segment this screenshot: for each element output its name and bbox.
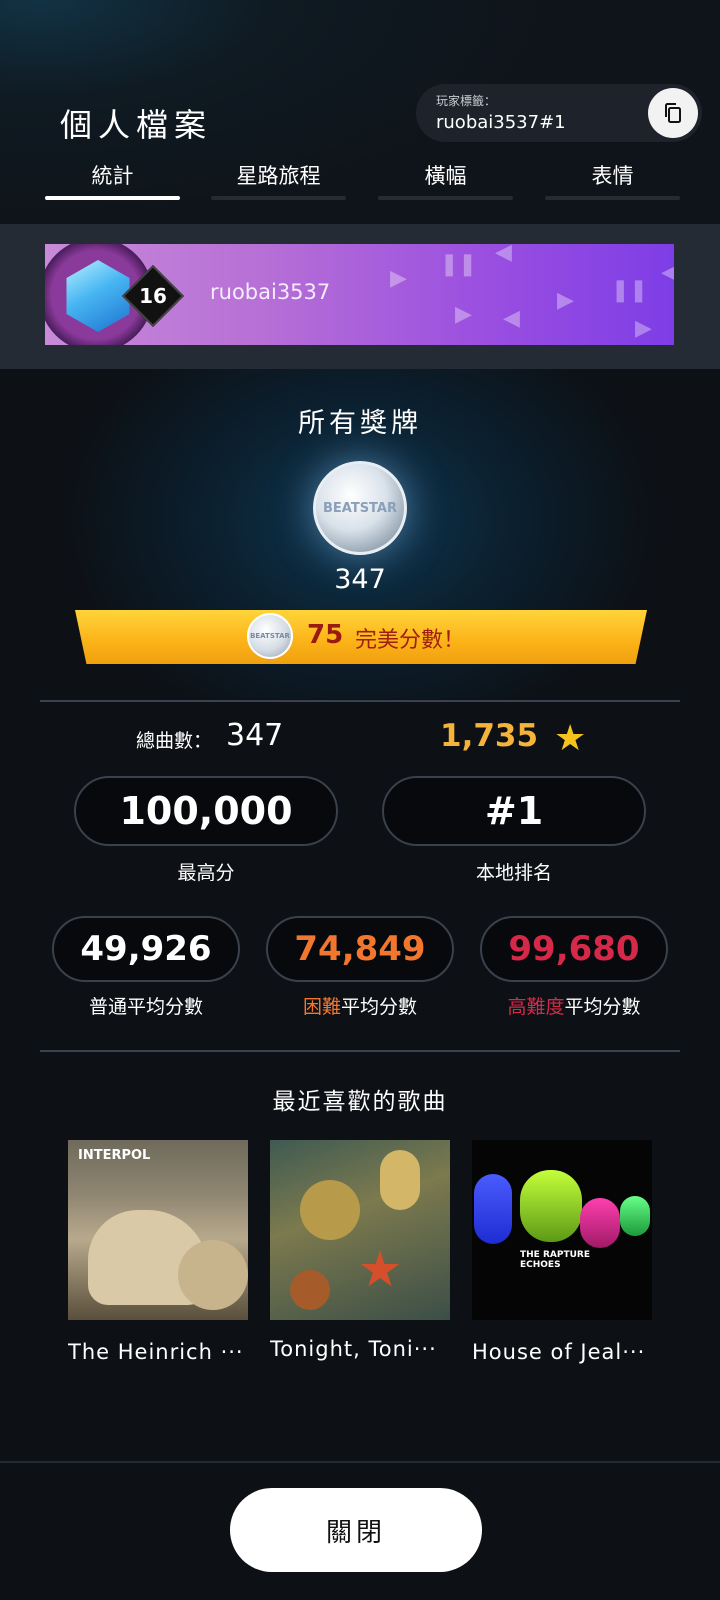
star-icon: ★ <box>554 718 587 759</box>
close-button[interactable]: 關閉 <box>230 1488 482 1572</box>
normal-avg-value: 49,926 <box>80 929 212 969</box>
tab-underline <box>378 196 513 200</box>
star-shape <box>360 1250 400 1287</box>
hard-avg-pill: 74,849 <box>266 916 454 982</box>
divider <box>40 1050 680 1052</box>
extreme-label-suffix: 平均分數 <box>564 996 641 1018</box>
pause-icon: ❚❚ <box>440 252 477 277</box>
play-icon: ▶ <box>635 316 652 341</box>
hard-avg-value: 74,849 <box>294 929 426 969</box>
extreme-avg-value: 99,680 <box>508 929 640 969</box>
cover-art-shape <box>290 1270 330 1310</box>
song-title[interactable]: Tonight, Toni··· <box>270 1337 450 1361</box>
perfect-score-bar: BEATSTAR 75 完美分數！ <box>75 610 647 664</box>
banner-username: ruobai3537 <box>210 280 331 304</box>
cover-art-face <box>580 1198 620 1248</box>
tab-banners[interactable]: 橫幅 <box>378 160 513 200</box>
song-title[interactable]: House of Jeal··· <box>472 1340 652 1364</box>
player-tag-label: 玩家標籤： <box>436 94 497 108</box>
tab-label: 橫幅 <box>424 164 467 188</box>
album-cover[interactable] <box>270 1140 450 1320</box>
top-score-value: 100,000 <box>119 789 293 833</box>
tab-emotes[interactable]: 表情 <box>545 160 680 200</box>
recent-songs-title: 最近喜歡的歌曲 <box>272 1089 448 1115</box>
beatstar-medal-icon: BEATSTAR <box>313 461 407 555</box>
play-icon: ◀ <box>503 306 520 331</box>
local-rank-pill: #1 <box>382 776 646 846</box>
profile-tabs: 統計 星路旅程 橫幅 表情 <box>45 160 680 200</box>
tab-label: 星路旅程 <box>236 164 321 188</box>
cover-art-face <box>620 1196 650 1236</box>
tab-underline <box>545 196 680 200</box>
tab-label: 表情 <box>591 164 634 188</box>
tab-label: 統計 <box>91 164 134 188</box>
divider <box>40 700 680 702</box>
cover-art-face <box>520 1170 582 1242</box>
normal-avg-label: 普通平均分數 <box>88 996 203 1018</box>
top-score-pill: 100,000 <box>74 776 338 846</box>
total-songs-label: 總曲數： <box>136 730 213 752</box>
album-cover[interactable]: INTERPOL <box>68 1140 248 1320</box>
beatstar-coin-icon: BEATSTAR <box>247 613 293 659</box>
cover-art-face <box>474 1174 512 1244</box>
medals-section: 所有獎牌 BEATSTAR 347 BEATSTAR 75 完美分數！ <box>0 369 720 699</box>
extreme-label-prefix: 高難度 <box>507 996 565 1018</box>
stars-total: 1,735 <box>440 718 539 754</box>
perfect-count: 75 <box>307 620 344 650</box>
page-title: 個人檔案 <box>60 106 213 144</box>
tab-underline <box>45 196 180 200</box>
copy-icon <box>665 103 681 123</box>
banner-area: ▶ ❚❚ ◀ ▶ ◀ ▶ ❚❚ ◀ ▶ 16 ruobai3537 <box>0 224 720 369</box>
top-score-label: 最高分 <box>177 862 235 884</box>
cover-text: THE RAPTURE ECHOES <box>520 1250 590 1270</box>
play-icon: ▶ <box>557 288 574 313</box>
extreme-avg-pill: 99,680 <box>480 916 668 982</box>
medals-title: 所有獎牌 <box>298 408 422 439</box>
hard-label-suffix: 平均分數 <box>341 996 418 1018</box>
tab-underline <box>211 196 346 200</box>
coin-logo-text: BEATSTAR <box>250 632 290 640</box>
hard-avg-label: 困難平均分數 <box>266 992 454 1019</box>
tab-stats[interactable]: 統計 <box>45 160 180 200</box>
medal-logo-text: BEATSTAR <box>322 500 397 516</box>
cover-text: INTERPOL <box>78 1148 151 1163</box>
rewind-icon: ◀ <box>495 244 512 265</box>
player-tag-value: ruobai3537#1 <box>436 112 566 133</box>
hard-label-prefix: 困難 <box>302 996 341 1018</box>
song-title[interactable]: The Heinrich ··· <box>68 1340 248 1364</box>
local-rank-value: #1 <box>484 789 544 833</box>
cover-art-shape <box>300 1180 360 1240</box>
player-banner: ▶ ❚❚ ◀ ▶ ◀ ▶ ❚❚ ◀ ▶ 16 ruobai3537 <box>45 244 674 345</box>
album-cover[interactable]: THE RAPTURE ECHOES <box>472 1140 652 1320</box>
perfect-label: 完美分數！ <box>355 628 466 653</box>
cover-art-shape <box>380 1150 420 1210</box>
pause-icon: ❚❚ <box>611 278 648 303</box>
normal-avg-pill: 49,926 <box>52 916 240 982</box>
copy-tag-button[interactable] <box>648 88 698 138</box>
footer-divider <box>0 1461 720 1463</box>
rewind-icon: ◀ <box>661 260 674 285</box>
tab-star-journey[interactable]: 星路旅程 <box>211 160 346 200</box>
total-songs-value: 347 <box>226 718 284 753</box>
level-number: 16 <box>139 284 167 308</box>
cover-art-shape <box>178 1240 248 1310</box>
extreme-avg-label: 高難度平均分數 <box>480 992 668 1019</box>
play-icon: ▶ <box>455 302 472 327</box>
play-icon: ▶ <box>390 266 407 291</box>
local-rank-label: 本地排名 <box>475 862 552 884</box>
medal-count: 347 <box>334 564 386 595</box>
player-tag-box: 玩家標籤： ruobai3537#1 <box>416 84 702 142</box>
